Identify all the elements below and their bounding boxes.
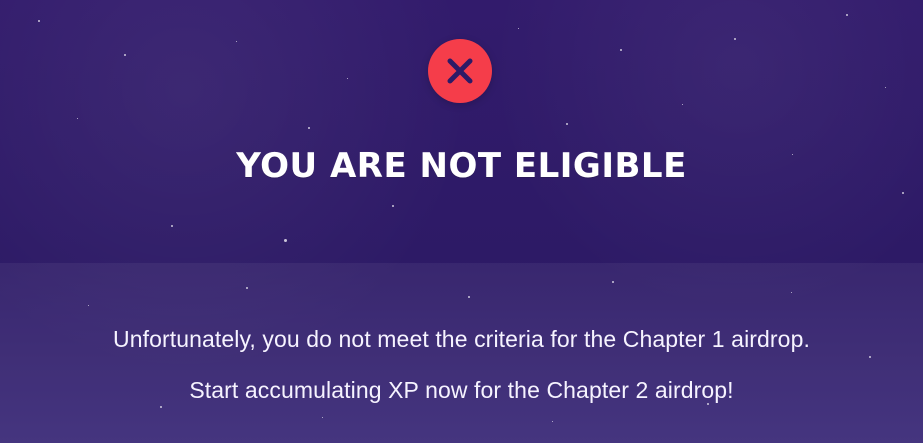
close-icon bbox=[447, 58, 473, 84]
message-section bbox=[0, 263, 923, 443]
page-title: YOU ARE NOT ELIGIBLE bbox=[236, 146, 687, 186]
ineligibility-message: Unfortunately, you do not meet the crite… bbox=[113, 326, 810, 352]
status-badge bbox=[428, 39, 492, 103]
eligibility-panel: YOU ARE NOT ELIGIBLE Unfortunately, you … bbox=[0, 0, 923, 443]
header-section: YOU ARE NOT ELIGIBLE bbox=[0, 0, 923, 263]
next-step-message: Start accumulating XP now for the Chapte… bbox=[189, 377, 734, 403]
